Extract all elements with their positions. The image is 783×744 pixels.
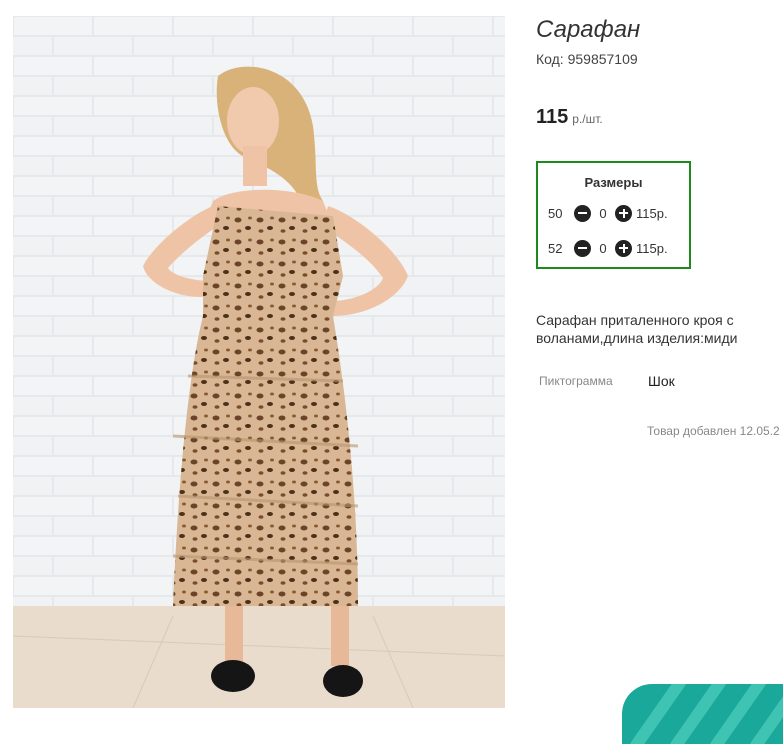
size-quantity: 0 [599,205,607,221]
product-code: Код: 959857109 [536,51,638,67]
decrease-quantity-button[interactable] [574,204,591,222]
sizes-heading: Размеры [584,175,643,190]
price-value: 115 [536,106,569,128]
product-title: Сарафан [536,16,641,43]
size-sum: 115р. [636,240,668,256]
price-unit: р./шт. [572,112,603,126]
product-photo[interactable] [13,16,505,708]
attribute-label: Пиктограмма [539,374,613,388]
product-description: Сарафан приталенного кроя с воланами,дли… [536,312,738,346]
increase-quantity-button[interactable] [615,204,632,222]
size-quantity: 0 [599,240,607,256]
size-row: 52 0 115р. [548,238,668,258]
sizes-box: Размеры 50 0 115р. 52 0 115р. [536,161,691,269]
product-price: 115 р./шт. [536,106,603,129]
increase-quantity-button[interactable] [615,239,632,257]
size-row: 50 0 115р. [548,203,668,223]
decrease-quantity-button[interactable] [574,239,591,257]
size-label: 52 [548,240,563,256]
chat-widget-button[interactable] [622,684,783,744]
added-date: Товар добавлен 12.05.2 [647,424,780,438]
attribute-value: Шок [648,373,675,389]
size-sum: 115р. [636,205,668,221]
size-label: 50 [548,205,563,221]
